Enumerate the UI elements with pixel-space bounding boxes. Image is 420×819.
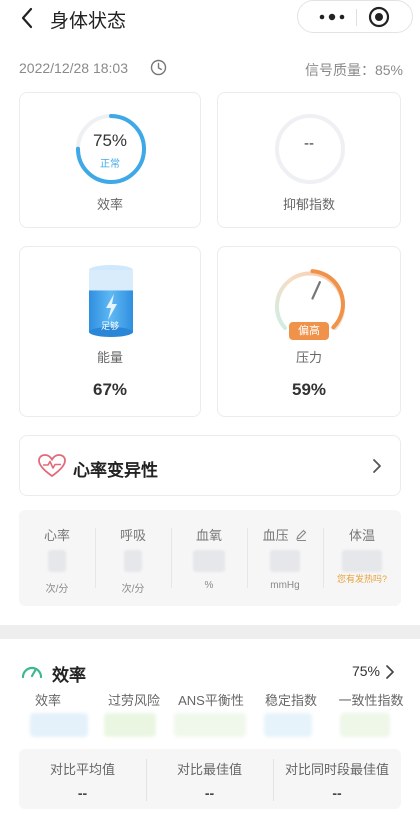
vital-value-blurred [270,550,300,572]
speedometer-icon [21,666,43,679]
efficiency-section-percent: 75% [351,663,380,679]
vital-name: 体温 [348,528,375,543]
pressure-value: 59% [291,380,327,399]
metric-ans-balance[interactable]: ANS平衡性 [175,690,247,709]
compare-best: 对比最佳值 -- [146,749,273,809]
vital-value-blurred [48,550,66,572]
metric-value-blurred [104,713,156,737]
vital-heart-rate[interactable]: 心率 次/分 [19,510,95,606]
more-dots-icon [319,13,345,21]
compare-value: -- [204,785,215,801]
chevron-right-icon [386,665,394,679]
metric-value-blurred [264,713,312,737]
edit-pencil-icon[interactable] [295,529,307,542]
compare-same-period-best: 对比同时段最佳值 -- [273,749,401,809]
depression-label: 抑郁指数 [282,197,335,212]
metric-overwork-risk[interactable]: 过劳风险 [98,690,170,709]
efficiency-ring-status: 正常 [100,159,120,170]
vital-blood-oxygen[interactable]: 血氧 % [171,510,247,606]
compare-value: -- [332,785,342,801]
compare-label: 对比同时段最佳值 [284,762,389,777]
vitals-panel: 心率 次/分 呼吸 次/分 血氧 % 血压 mmHg 体温 您有发热吗? [19,510,401,606]
heart-rate-icon [38,454,66,478]
hrv-entry[interactable]: 心率变异性 [19,435,401,496]
signal-quality: 信号质量：85% [304,62,403,78]
depression-card[interactable]: -- 抑郁指数 [217,92,401,228]
clock-icon[interactable] [150,59,167,76]
vital-unit: mmHg [270,580,300,591]
vital-unit: 次/分 [45,584,69,595]
metric-value-blurred [340,713,390,737]
compare-value: -- [77,785,88,801]
vital-blood-pressure[interactable]: 血压 mmHg [247,510,323,606]
section-separator [0,625,420,639]
fever-prompt[interactable]: 您有发热吗? [323,572,401,585]
more-button[interactable] [312,7,352,27]
energy-label: 能量 [96,350,123,365]
efficiency-ring-value: 75% [92,131,128,150]
close-target-icon[interactable] [368,6,390,28]
efficiency-metrics-row: 效率 过劳风险 ANS平衡性 稳定指数 一致性指数 [10,690,412,746]
metric-efficiency[interactable]: 效率 [12,690,84,709]
vital-value-blurred [193,550,225,572]
compare-average: 对比平均值 -- [19,749,146,809]
vital-name: 血氧 [195,528,222,543]
energy-card[interactable]: 足够 能量 67% [19,246,201,417]
vital-unit: 次/分 [121,584,145,595]
vital-name: 呼吸 [119,528,146,543]
energy-badge: 足够 [100,321,119,331]
metric-consistency-index[interactable]: 一致性指数 [330,690,412,709]
page-title: 身体状态 [50,11,127,32]
back-button[interactable] [14,5,40,31]
vital-name: 血压 [247,525,323,544]
hrv-label: 心率变异性 [73,461,158,480]
chevron-left-icon [21,7,33,29]
vital-respiration[interactable]: 呼吸 次/分 [95,510,171,606]
meta-row: 2022/12/28 18:03 信号质量：85% [19,59,403,79]
vital-temperature[interactable]: 体温 您有发热吗? [323,510,401,606]
pressure-label: 压力 [295,350,322,365]
capsule-divider [356,9,357,26]
comparison-panel: 对比平均值 -- 对比最佳值 -- 对比同时段最佳值 -- [19,749,401,809]
vital-unit: % [204,580,214,591]
metric-value-blurred [174,713,246,737]
efficiency-section-title: 效率 [52,666,86,685]
chevron-right-icon [373,459,381,473]
efficiency-label: 效率 [96,197,123,212]
measure-datetime: 2022/12/28 18:03 [19,60,128,76]
vital-value-blurred [124,550,142,572]
nav-bar: 身体状态 [0,0,420,40]
compare-label: 对比最佳值 [176,762,242,777]
metric-stability-index[interactable]: 稳定指数 [255,690,327,709]
depression-ring-value: -- [304,135,314,152]
pressure-card[interactable]: 偏高 压力 59% [217,246,401,417]
vital-value-blurred [342,550,382,572]
vital-name-text: 血压 [262,528,289,543]
vital-name: 心率 [43,528,70,543]
pressure-badge: 偏高 [289,322,329,340]
efficiency-card[interactable]: 75% 正常 效率 [19,92,201,228]
mini-program-capsule [297,0,413,33]
energy-value: 67% [92,380,128,399]
compare-label: 对比平均值 [49,762,115,777]
efficiency-section-header[interactable]: 效率 75% [20,660,400,685]
metric-value-blurred [30,713,88,737]
